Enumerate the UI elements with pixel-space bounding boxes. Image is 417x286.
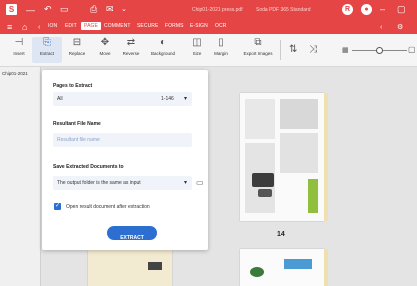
camera-product-image [258,189,272,197]
export-images-button[interactable]: ⧉ Export Images [240,37,276,63]
chevron-down-icon: ▾ [184,180,188,186]
browse-folder-icon[interactable]: ▭ [196,178,204,187]
thumbnail-view-icon[interactable]: ▦ [342,46,349,54]
product-image [284,259,312,269]
hamburger-menu-icon[interactable]: ≡ [7,23,12,32]
menu-tab-edit[interactable]: EDIT [65,23,77,29]
output-folder-value: The output folder is the same as input [57,180,141,186]
text-column [280,133,318,173]
camera-product-image [252,173,274,187]
menu-tab-forms[interactable]: FORMS [165,23,184,29]
pages-to-extract-select[interactable]: All 1-146 ▾ [53,92,192,106]
replace-icon: ⊟ [72,37,82,48]
minimize-ribbon-icon[interactable]: — [26,6,35,15]
extract-button[interactable]: ⎘ Extract [32,37,62,63]
insert-button[interactable]: ⊣ Insert [4,37,34,63]
split-icon[interactable]: ⇅ [289,44,297,55]
export-images-icon: ⧉ [254,37,262,48]
open-result-label: Open result document after extraction [66,204,150,210]
user-avatar-icon[interactable]: ● [361,4,372,15]
page-thumbnail-shadow [324,93,328,221]
page-thumbnail-shadow [324,249,328,286]
background-icon: ◐ [159,37,167,48]
title-bar: S — ↶ ▭ ⎙ ✉ ⌄ Chip01-2021 press.pdf Soda… [0,0,417,20]
resultant-file-name-input[interactable]: Resultant file name [53,133,192,147]
zoom-slider[interactable] [352,47,407,54]
reverse-icon: ⇄ [126,37,136,48]
menu-back-arrow-icon[interactable]: ‹ [380,23,382,32]
home-icon[interactable]: ⌂ [22,23,27,32]
window-maximize-icon[interactable]: ▢ [397,5,406,14]
document-title: Chip01-2021 press.pdf [192,7,243,13]
chevron-down-icon: ▾ [184,96,188,102]
menu-tab-page[interactable]: PAGE [81,22,101,30]
margin-button[interactable]: ▯ Margin [206,37,236,63]
document-sidebar: Chip01-2021 [0,67,41,286]
app-name: Soda PDF 365 Standard [256,7,311,13]
settings-gear-icon[interactable]: ⚙ [397,23,403,32]
margin-icon: ▯ [218,37,224,48]
page-thumbnail[interactable] [240,249,324,286]
menu-tab-ocr[interactable]: OCR [215,23,226,29]
output-folder-select[interactable]: The output folder is the same as input ▾ [53,176,192,190]
page-thumbnail[interactable] [88,250,172,286]
extract-button-primary[interactable]: EXTRACT [107,226,157,241]
email-icon[interactable]: ✉ [106,5,114,14]
large-view-icon[interactable]: ▢ [408,45,416,54]
resultant-file-name-placeholder: Resultant file name [57,137,100,143]
page-number-label: 14 [277,231,285,238]
menu-back-icon[interactable]: ‹ [38,23,40,32]
background-button[interactable]: ◐ Background [148,37,178,63]
print-icon[interactable]: ⎙ [90,5,97,14]
open-result-checkbox[interactable]: ✓ [54,203,61,210]
menu-tab-secure[interactable]: SECURE [137,23,158,29]
pages-range-value: 1-146 [161,96,174,102]
merge-icon[interactable]: ⤨ [309,44,317,55]
menu-tab-esign[interactable]: E-SIGN [190,23,208,29]
save-extracted-label: Save Extracted Documents to [53,164,124,170]
toolbar-separator [280,40,281,60]
open-folder-icon[interactable]: ▭ [60,5,69,14]
page-accent-strip [308,179,318,213]
sidebar-document-tab[interactable]: Chip01-2021 [2,71,28,76]
insert-icon: ⊣ [14,37,24,48]
product-image [148,262,162,270]
pages-to-extract-label: Pages to Extract [53,83,93,89]
replace-button[interactable]: ⊟ Replace [62,37,92,63]
text-column [280,99,318,129]
extract-button-label: EXTRACT [120,235,144,241]
app-logo-icon: S [6,4,17,15]
product-image [250,267,264,277]
registered-icon[interactable]: R [342,4,353,15]
page-thumbnail[interactable] [240,93,324,221]
dropdown-icon[interactable]: ⌄ [121,5,127,14]
pages-select-value: All [57,96,63,102]
extract-icon: ⎘ [43,37,51,48]
window-minimize-icon[interactable]: – [380,5,385,14]
reverse-button[interactable]: ⇄ Reverse [116,37,146,63]
undo-icon[interactable]: ↶ [44,5,52,14]
menu-tab-comment[interactable]: COMMENT [104,23,131,29]
resultant-file-name-label: Resultant File Name [53,121,101,127]
zoom-slider-handle[interactable] [376,47,383,54]
text-column [245,99,275,139]
menu-tab-ion[interactable]: ION [48,23,57,29]
menu-bar: ≡ ⌂ ‹ [0,20,417,34]
